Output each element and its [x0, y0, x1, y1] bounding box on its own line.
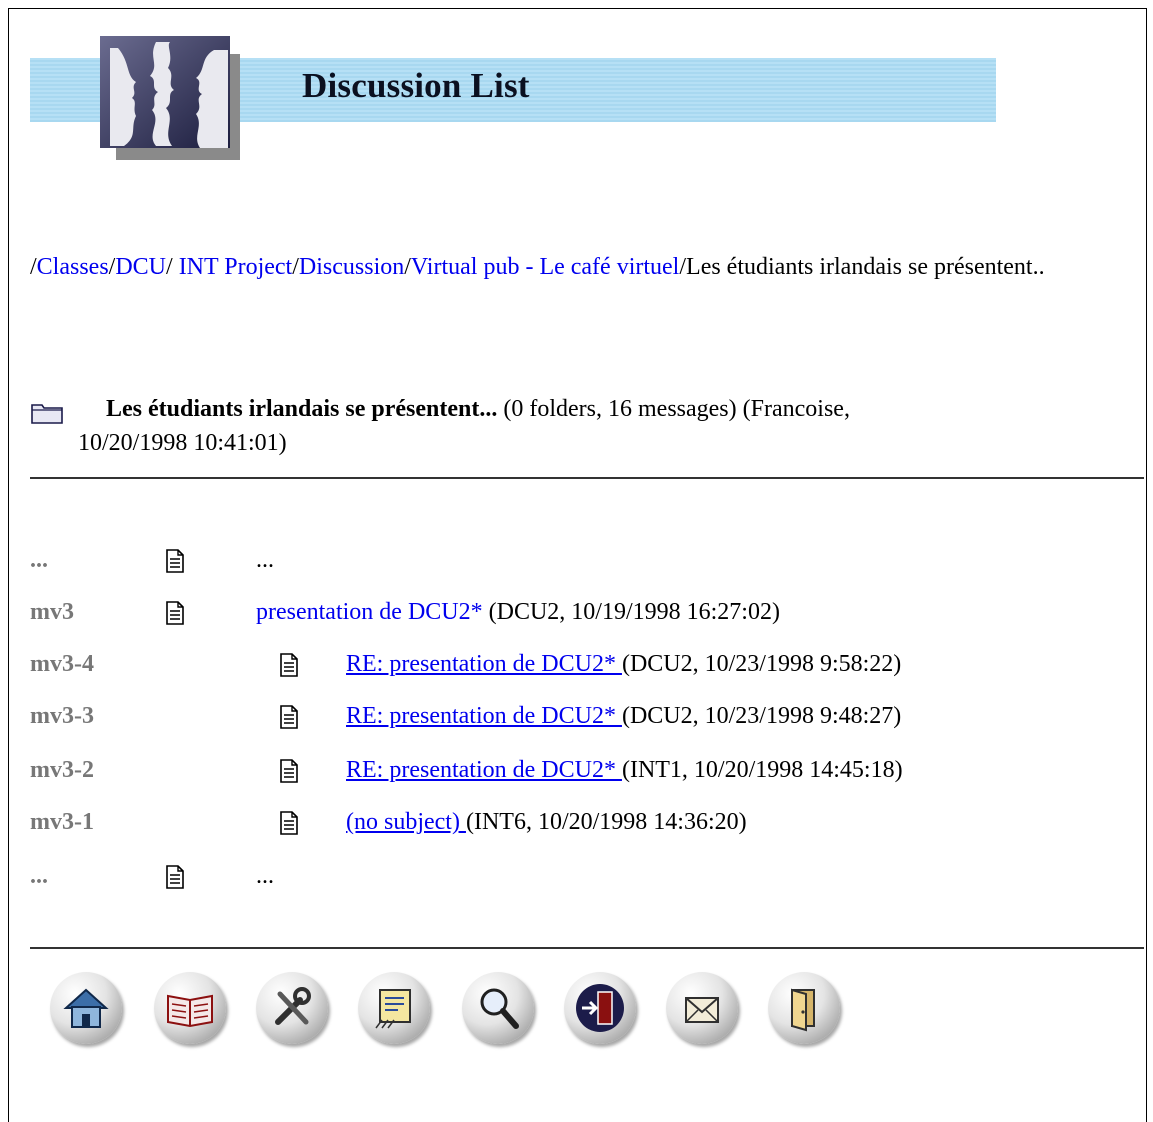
document-icon	[166, 862, 184, 889]
message-id: mv3-3	[30, 703, 94, 729]
message-ellipsis: ...	[256, 547, 274, 573]
document-icon	[280, 650, 298, 677]
folder-counts: (0 folders, 16 messages)	[503, 396, 737, 422]
document-icon	[280, 756, 298, 783]
document-icon	[280, 808, 298, 835]
folder-title: Les étudiants irlandais se présentent...	[106, 396, 498, 422]
breadcrumb: /Classes/DCU/ INT Project/Discussion/Vir…	[30, 250, 1100, 284]
breadcrumb-sep: /	[30, 254, 37, 280]
exit-button[interactable]	[564, 972, 636, 1044]
read-button[interactable]	[154, 972, 226, 1044]
folder-icon	[31, 404, 63, 424]
message-reply-link[interactable]: (no subject)	[346, 809, 466, 835]
message-id: mv3-2	[30, 757, 94, 783]
breadcrumb-link-dcu[interactable]: DCU	[115, 254, 166, 280]
message-row: mv3 presentation de DCU2* (DCU2, 10/19/19…	[30, 592, 1130, 632]
exit-icon	[576, 984, 624, 1032]
document-icon	[166, 546, 184, 573]
message-row: mv3-4 RE: presentation de DCU2* (DCU2, 10…	[30, 644, 1130, 684]
message-id: mv3-4	[30, 651, 94, 677]
message-meta: (DCU2, 10/23/1998 9:48:27)	[621, 703, 902, 729]
message-id: mv3	[30, 599, 74, 625]
page-title: Discussion List	[302, 66, 530, 105]
breadcrumb-link-classes[interactable]: Classes	[37, 254, 109, 280]
book-icon	[167, 994, 213, 1028]
search-button[interactable]	[462, 972, 534, 1044]
folder-author: (Francoise,	[742, 396, 850, 422]
message-reply-link[interactable]: RE: presentation de DCU2*	[346, 703, 622, 729]
message-row: ......	[30, 856, 1130, 896]
message-thread-link[interactable]: presentation de DCU2*	[256, 599, 483, 625]
breadcrumb-sep: /	[292, 254, 299, 280]
document-icon	[166, 598, 184, 625]
message-row: mv3-2 RE: presentation de DCU2* (INT1, 10…	[30, 750, 1130, 790]
home-icon	[63, 988, 109, 1028]
document-icon	[280, 702, 298, 729]
breadcrumb-link-int-project[interactable]: INT Project	[173, 254, 293, 280]
message-reply-link[interactable]: RE: presentation de DCU2*	[346, 757, 622, 783]
divider	[30, 947, 1144, 949]
message-row: mv3-1 (no subject) (INT6, 10/20/1998 14:3…	[30, 802, 1130, 842]
message-id: mv3-1	[30, 809, 94, 835]
breadcrumb-link-virtual-pub[interactable]: Virtual pub - Le café virtuel	[411, 254, 679, 280]
folder-date: 10/20/1998 10:41:01)	[78, 430, 287, 456]
message-row: mv3-3 RE: presentation de DCU2* (DCU2, 10…	[30, 696, 1130, 736]
message-id: ...	[30, 547, 48, 573]
post-message-icon	[375, 989, 411, 1029]
breadcrumb-sep: /	[404, 254, 411, 280]
message-meta: (INT1, 10/20/1998 14:45:18)	[621, 757, 903, 783]
search-icon	[480, 988, 519, 1029]
breadcrumb-sep: /	[166, 254, 173, 280]
breadcrumb-link-discussion[interactable]: Discussion	[299, 254, 404, 280]
message-meta: (INT6, 10/20/1998 14:36:20)	[465, 809, 747, 835]
mail-icon	[685, 997, 719, 1023]
tools-button[interactable]	[256, 972, 328, 1044]
door-icon	[791, 988, 815, 1032]
door-button[interactable]	[768, 972, 840, 1044]
post-message-button[interactable]	[358, 972, 430, 1044]
home-button[interactable]	[50, 972, 122, 1044]
mail-button[interactable]	[666, 972, 738, 1044]
message-meta: (DCU2, 10/19/1998 16:27:02)	[482, 599, 780, 625]
message-row: ......	[30, 540, 1130, 580]
breadcrumb-current: Les étudiants irlandais se présentent..	[686, 254, 1045, 280]
message-ellipsis: ...	[256, 863, 274, 889]
folder-header: Les étudiants irlandais se présentent...…	[30, 392, 1120, 460]
divider	[30, 477, 1144, 479]
tools-icon	[275, 987, 311, 1025]
message-reply-link[interactable]: RE: presentation de DCU2*	[346, 651, 622, 677]
message-id: ...	[30, 863, 48, 889]
faces-logo-icon	[100, 36, 240, 160]
message-meta: (DCU2, 10/23/1998 9:58:22)	[621, 651, 902, 677]
